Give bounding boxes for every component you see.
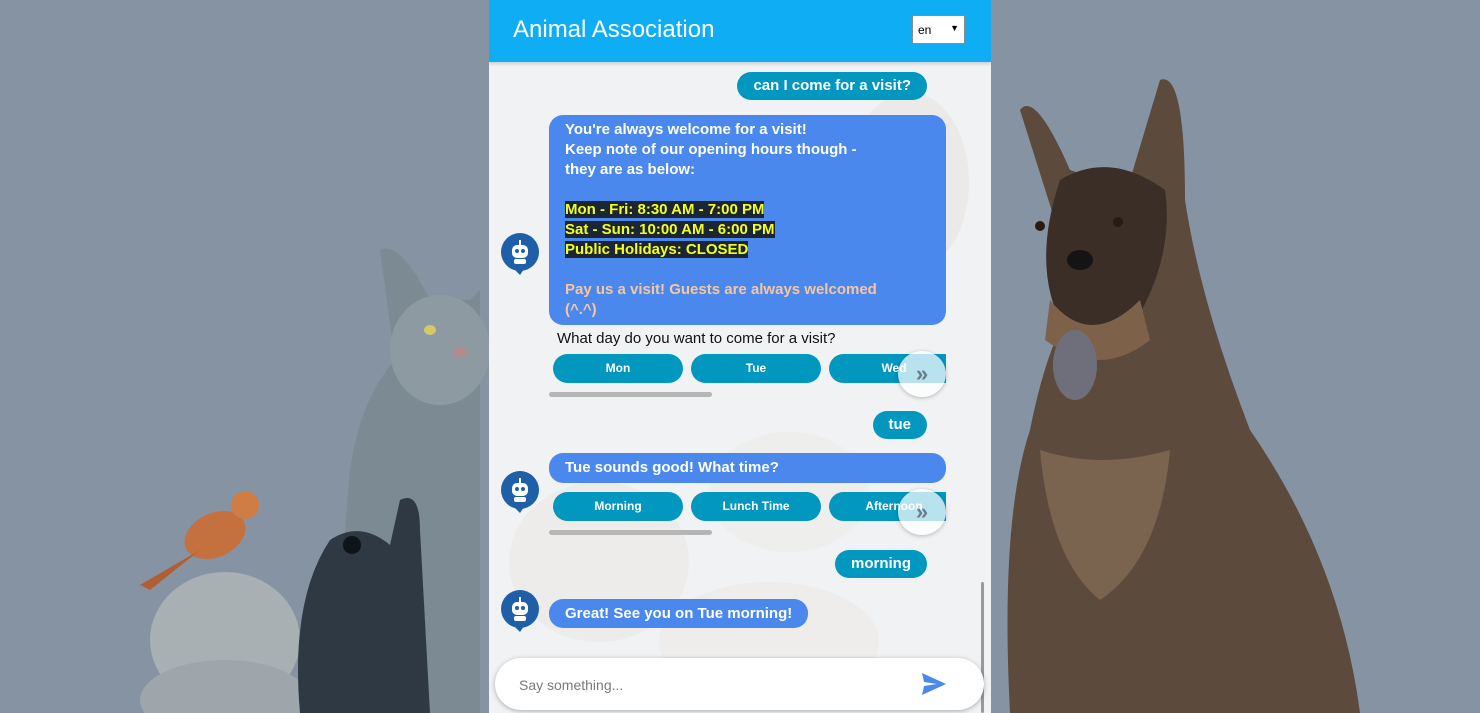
double-chevron-right-icon[interactable]: » xyxy=(898,351,946,397)
bot-message-line: (^.^) xyxy=(565,301,597,318)
quick-replies-scrollbar[interactable] xyxy=(549,530,712,535)
user-message: can I come for a visit? xyxy=(737,72,927,100)
bot-message-line: they are as below: xyxy=(565,161,696,178)
double-chevron-right-icon[interactable]: » xyxy=(898,489,946,535)
language-select[interactable]: en ▼ xyxy=(912,15,965,44)
message-composer xyxy=(495,658,984,710)
hours-weekend: Sat - Sun: 10:00 AM - 6:00 PM xyxy=(565,221,775,238)
bot-message-opening-hours: You're always welcome for a visit! Keep … xyxy=(549,115,946,325)
message-input[interactable] xyxy=(517,672,901,698)
quick-reply-lunch-time[interactable]: Lunch Time xyxy=(691,492,821,521)
user-message: morning xyxy=(835,550,927,578)
app-title: Animal Association xyxy=(513,16,715,43)
message-list[interactable]: can I come for a visit? You're always we… xyxy=(489,62,991,657)
hours-weekdays: Mon - Fri: 8:30 AM - 7:00 PM xyxy=(565,201,765,218)
hours-public-holidays: Public Holidays: CLOSED xyxy=(565,241,749,258)
bot-message-confirmation: Great! See you on Tue morning! xyxy=(549,599,809,628)
send-icon[interactable] xyxy=(921,672,947,696)
chat-widget: Animal Association en ▼ can I come for a… xyxy=(489,0,991,713)
bot-message-line: You're always welcome for a visit! xyxy=(565,121,807,138)
bot-message-line: Pay us a visit! Guests are always welcom… xyxy=(565,281,877,298)
chat-header: Animal Association en ▼ xyxy=(489,0,991,62)
quick-replies-day: Mon Tue Wed xyxy=(549,352,946,386)
user-message: tue xyxy=(872,411,927,439)
quick-reply-mon[interactable]: Mon xyxy=(553,354,683,383)
bot-avatar-icon xyxy=(501,471,539,513)
quick-replies-time: Morning Lunch Time Afternoon xyxy=(549,490,946,524)
quick-replies-scrollbar[interactable] xyxy=(549,392,712,397)
quick-reply-morning[interactable]: Morning xyxy=(553,492,683,521)
quick-reply-tue[interactable]: Tue xyxy=(691,354,821,383)
bot-question-day: What day do you want to come for a visit… xyxy=(557,330,836,347)
dropdown-arrow-icon: ▼ xyxy=(950,23,959,33)
language-select-value: en xyxy=(918,23,932,37)
bot-avatar-icon xyxy=(501,590,539,632)
bot-message-time: Tue sounds good! What time? xyxy=(549,453,946,483)
bot-avatar-icon xyxy=(501,233,539,275)
bot-message-line: Keep note of our opening hours though - xyxy=(565,141,857,158)
